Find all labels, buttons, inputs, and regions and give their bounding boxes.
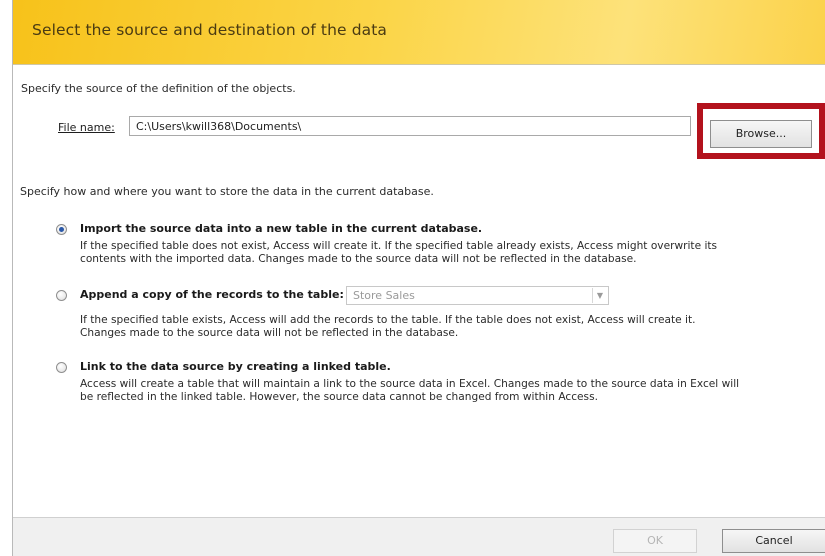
header-divider xyxy=(13,64,825,65)
import-option-label[interactable]: Import the source data into a new table … xyxy=(80,222,482,235)
append-desc-line1: If the specified table exists, Access wi… xyxy=(80,314,696,326)
append-radio[interactable] xyxy=(56,290,67,301)
file-name-value: C:\Users\kwill368\Documents\ xyxy=(136,120,302,133)
dialog-footer xyxy=(13,518,825,556)
cancel-button[interactable]: Cancel xyxy=(722,529,825,553)
import-desc-line1: If the specified table does not exist, A… xyxy=(80,240,718,252)
append-option-label[interactable]: Append a copy of the records to the tabl… xyxy=(80,288,344,301)
import-desc-line2: contents with the imported data. Changes… xyxy=(80,253,637,265)
link-desc-line1: Access will create a table that will mai… xyxy=(80,378,740,390)
append-table-value: Store Sales xyxy=(353,289,415,302)
import-radio[interactable] xyxy=(56,224,67,235)
file-name-input[interactable]: C:\Users\kwill368\Documents\ xyxy=(129,116,691,136)
link-radio[interactable] xyxy=(56,362,67,373)
link-desc-line2: be reflected in the linked table. Howeve… xyxy=(80,391,598,403)
dialog-title: Select the source and destination of the… xyxy=(32,21,388,39)
file-name-label-text: File name: xyxy=(58,121,115,134)
dialog-header: Select the source and destination of the… xyxy=(13,0,825,64)
file-name-label: File name: xyxy=(58,121,115,134)
source-instruction: Specify the source of the definition of … xyxy=(21,82,296,95)
highlight-box xyxy=(697,103,825,159)
import-dialog: Select the source and destination of the… xyxy=(12,0,825,556)
ok-button[interactable]: OK xyxy=(613,529,697,553)
append-desc-line2: Changes made to the source data will not… xyxy=(80,327,459,339)
storage-instruction: Specify how and where you want to store … xyxy=(20,185,434,198)
chevron-down-icon[interactable]: ▼ xyxy=(592,288,607,303)
link-option-label[interactable]: Link to the data source by creating a li… xyxy=(80,360,391,373)
append-table-select[interactable]: Store Sales ▼ xyxy=(346,286,609,305)
